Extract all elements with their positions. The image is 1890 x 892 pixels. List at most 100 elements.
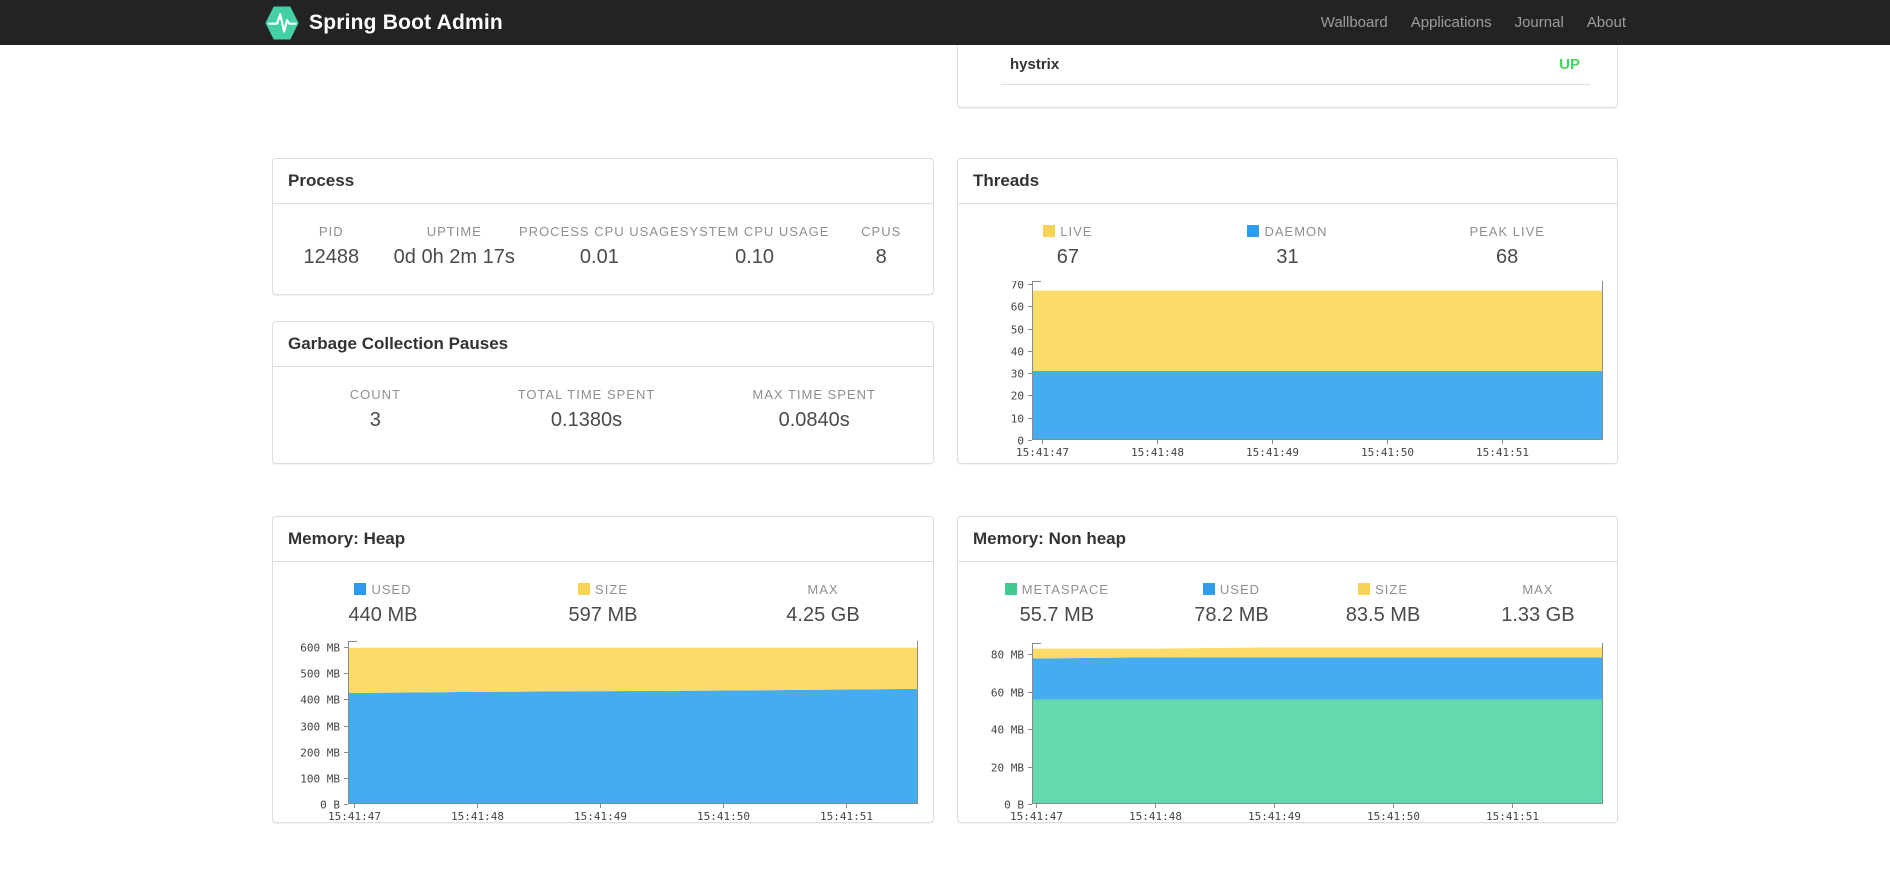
threads-stats: LIVE 67 DAEMON 31 PEAK LIVE 68 xyxy=(958,224,1617,269)
application-status-panel: hystrix UP xyxy=(957,45,1618,108)
memory-heap-panel: Memory: Heap USED 440 MB SIZE 597 MB MAX 4.25… xyxy=(272,516,934,823)
threads-chart: 0 10 20 30 40 50 60 70 15:41:47 15:41:48 15:41:49 1… xyxy=(958,279,1617,461)
legend-swatch-icon xyxy=(578,583,591,595)
gc-panel-heading: Garbage Collection Pauses xyxy=(273,322,933,367)
svg-text:15:41:48: 15:41:48 xyxy=(1129,810,1182,823)
gc-stats: COUNT 3 TOTAL TIME SPENT 0.1380s MAX TIME SP… xyxy=(273,387,933,432)
svg-text:15:41:51: 15:41:51 xyxy=(820,810,873,823)
stat-value: 440 MB xyxy=(348,604,418,626)
stat-label: DAEMON xyxy=(1178,224,1398,239)
navbar: Spring Boot Admin Wallboard Applications… xyxy=(0,0,1890,45)
stat-label: PEAK LIVE xyxy=(1469,224,1545,239)
stat-max: MAX 4.25 GB xyxy=(713,582,933,627)
stat-value: 4.25 GB xyxy=(786,604,860,626)
stat-label: MAX xyxy=(1522,582,1554,597)
application-status-row[interactable]: hystrix UP xyxy=(1001,45,1590,85)
svg-text:70: 70 xyxy=(1011,281,1024,292)
stat-label: UPTIME xyxy=(426,224,482,239)
legend-swatch-icon xyxy=(1358,583,1371,595)
svg-text:40 MB: 40 MB xyxy=(991,724,1024,737)
nonheap-stats: METASPACE 55.7 MB USED 78.2 MB SIZE 83.5 MB MA… xyxy=(958,582,1617,627)
svg-text:80 MB: 80 MB xyxy=(991,649,1024,662)
stat-value: 0.01 xyxy=(579,246,619,268)
svg-text:15:41:48: 15:41:48 xyxy=(451,810,504,823)
stat-value: 83.5 MB xyxy=(1345,604,1421,626)
threads-panel-heading: Threads xyxy=(958,159,1617,204)
stat-process-cpu-usage: PROCESS CPU USAGE 0.01 xyxy=(519,224,680,269)
heap-memory-chart: 0 B 100 MB 200 MB 300 MB 400 MB 500 MB 600 MB 1… xyxy=(273,641,933,825)
heap-stats: USED 440 MB SIZE 597 MB MAX 4.25 GB xyxy=(273,582,933,627)
stat-daemon: DAEMON 31 xyxy=(1178,224,1398,269)
stat-value: 31 xyxy=(1276,246,1299,268)
stat-total-time-spent: TOTAL TIME SPENT 0.1380s xyxy=(478,387,696,432)
svg-text:15:41:50: 15:41:50 xyxy=(1367,810,1420,823)
legend-swatch-icon xyxy=(1247,225,1260,237)
svg-text:15:41:48: 15:41:48 xyxy=(1131,446,1184,459)
svg-text:15:41:47: 15:41:47 xyxy=(328,810,381,823)
process-panel-title: Process xyxy=(288,171,355,190)
stat-size: SIZE 597 MB xyxy=(493,582,713,627)
stat-value: 3 xyxy=(369,409,381,431)
svg-text:200 MB: 200 MB xyxy=(300,747,340,760)
stat-uptime: UPTIME 0d 0h 2m 17s xyxy=(390,224,519,269)
stat-label: COUNT xyxy=(349,387,401,402)
stat-max-time-spent: MAX TIME SPENT 0.0840s xyxy=(695,387,933,432)
brand-title: Spring Boot Admin xyxy=(309,10,503,34)
threads-panel-title: Threads xyxy=(973,171,1040,190)
nav-menu: Wallboard Applications Journal About xyxy=(1298,14,1626,32)
stat-value: 0.0840s xyxy=(778,409,850,431)
stat-label: LIVE xyxy=(958,224,1178,239)
svg-text:300 MB: 300 MB xyxy=(300,721,340,734)
svg-text:50: 50 xyxy=(1011,324,1024,337)
svg-text:15:41:49: 15:41:49 xyxy=(1246,446,1299,459)
brand-link[interactable]: Spring Boot Admin xyxy=(264,4,503,42)
status-badge: UP xyxy=(1559,56,1580,73)
svg-text:30: 30 xyxy=(1011,368,1024,381)
stat-label: PID xyxy=(318,224,344,239)
stat-value: 55.7 MB xyxy=(1019,604,1095,626)
stat-value: 78.2 MB xyxy=(1194,604,1269,626)
application-name[interactable]: hystrix xyxy=(1010,56,1059,73)
nav-item-journal[interactable]: Journal xyxy=(1515,14,1564,31)
nav-item-wallboard[interactable]: Wallboard xyxy=(1321,14,1388,31)
svg-text:15:41:51: 15:41:51 xyxy=(1486,810,1539,823)
stat-value: 0.10 xyxy=(735,246,775,268)
svg-text:15:41:49: 15:41:49 xyxy=(574,810,627,823)
stat-value: 0.1380s xyxy=(550,409,623,431)
legend-swatch-icon xyxy=(1043,225,1056,237)
stat-peak-live: PEAK LIVE 68 xyxy=(1397,224,1617,269)
stat-label: MAX TIME SPENT xyxy=(752,387,876,402)
nav-item-applications[interactable]: Applications xyxy=(1411,14,1492,31)
stat-count: COUNT 3 xyxy=(273,387,478,432)
stat-label: METASPACE xyxy=(958,582,1156,597)
stat-value: 597 MB xyxy=(568,604,638,626)
nav-item-about[interactable]: About xyxy=(1587,14,1626,31)
legend-swatch-icon xyxy=(1004,583,1017,595)
nonheap-panel-heading: Memory: Non heap xyxy=(958,517,1617,562)
stat-used: USED 440 MB xyxy=(273,582,493,627)
stat-live: LIVE 67 xyxy=(958,224,1178,269)
svg-text:20: 20 xyxy=(1011,390,1024,403)
stat-label: PROCESS CPU USAGE xyxy=(519,224,680,239)
svg-text:15:41:47: 15:41:47 xyxy=(1016,446,1069,459)
svg-text:15:41:51: 15:41:51 xyxy=(1476,446,1529,459)
stat-cpus: CPUS 8 xyxy=(829,224,933,269)
stat-value: 0d 0h 2m 17s xyxy=(393,246,515,268)
memory-nonheap-panel: Memory: Non heap METASPACE 55.7 MB USED 78.… xyxy=(957,516,1618,823)
gc-pauses-panel: Garbage Collection Pauses COUNT 3 TOTAL TI… xyxy=(272,321,934,464)
svg-text:60 MB: 60 MB xyxy=(991,687,1024,700)
heap-panel-heading: Memory: Heap xyxy=(273,517,933,562)
stat-used: USED 78.2 MB xyxy=(1156,582,1308,627)
stat-metaspace: METASPACE 55.7 MB xyxy=(958,582,1156,627)
svg-text:15:41:49: 15:41:49 xyxy=(1248,810,1301,823)
svg-text:20 MB: 20 MB xyxy=(991,762,1024,775)
stat-label: SIZE xyxy=(493,582,713,597)
legend-swatch-icon xyxy=(1202,583,1215,595)
svg-text:600 MB: 600 MB xyxy=(300,642,340,655)
stat-label: SYSTEM CPU USAGE xyxy=(679,224,830,239)
nonheap-panel-title: Memory: Non heap xyxy=(973,529,1127,548)
stat-label: CPUS xyxy=(861,224,902,239)
threads-panel: Threads LIVE 67 DAEMON 31 PEAK LIVE 68 0 10 20 3… xyxy=(957,158,1618,464)
stat-size: SIZE 83.5 MB xyxy=(1307,582,1459,627)
nonheap-memory-chart: 0 B 20 MB 40 MB 60 MB 80 MB 15:41:47 15:41:48 1… xyxy=(958,643,1617,825)
